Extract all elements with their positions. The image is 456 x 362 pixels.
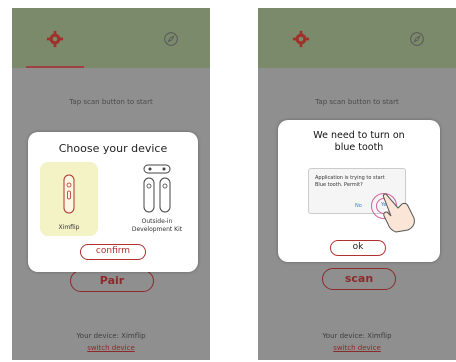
compass-icon[interactable] [408, 30, 426, 48]
dev-kit-icon [143, 164, 171, 213]
phone-screen-bluetooth: Tap scan button to start scan Your devic… [258, 8, 456, 360]
bluetooth-dialog: We need to turn on blue tooth Applicatio… [278, 120, 440, 262]
no-button[interactable]: No [355, 203, 362, 209]
confirm-button[interactable]: confirm [80, 244, 146, 260]
alert-line1: Application is trying to start [315, 175, 385, 181]
scan-hint: Tap scan button to start [315, 98, 399, 106]
device-option-label: Ximflip [58, 224, 80, 231]
switch-device-link[interactable]: switch device [12, 344, 210, 352]
scan-button[interactable]: scan [322, 268, 396, 290]
device-option-outside-in[interactable]: Outside-in Development Kit [128, 162, 186, 236]
choose-device-dialog: Choose your device Ximflip Outside-in De… [28, 132, 198, 272]
ximflip-controller-icon [63, 174, 75, 214]
top-tab-bar [258, 8, 456, 68]
gear-icon[interactable] [46, 30, 64, 48]
tapping-hand-icon [382, 193, 415, 233]
compass-icon[interactable] [162, 30, 180, 48]
device-text: Your device: Ximflip [76, 332, 146, 340]
top-tab-bar [12, 8, 210, 68]
switch-device-link[interactable]: switch device [258, 344, 456, 352]
device-option-ximflip[interactable]: Ximflip [40, 162, 98, 236]
alert-line2: Blue tooth. Permit? [315, 182, 363, 188]
active-tab-indicator [26, 66, 84, 68]
alert-text: Application is trying to start Blue toot… [315, 175, 385, 189]
phone-screen-choose-device: Tap scan button to start Pair Your devic… [12, 8, 210, 360]
gear-icon[interactable] [292, 30, 310, 48]
ok-button[interactable]: ok [330, 240, 386, 256]
dialog-title-line2: blue tooth [334, 142, 384, 153]
device-option-label: Outside-in Development Kit [131, 218, 183, 233]
scan-hint: Tap scan button to start [69, 98, 153, 106]
device-text: Your device: Ximflip [322, 332, 392, 340]
dialog-title-line1: We need to turn on [313, 130, 405, 141]
pair-button[interactable]: Pair [70, 270, 154, 292]
dialog-title: Choose your device [58, 142, 168, 155]
